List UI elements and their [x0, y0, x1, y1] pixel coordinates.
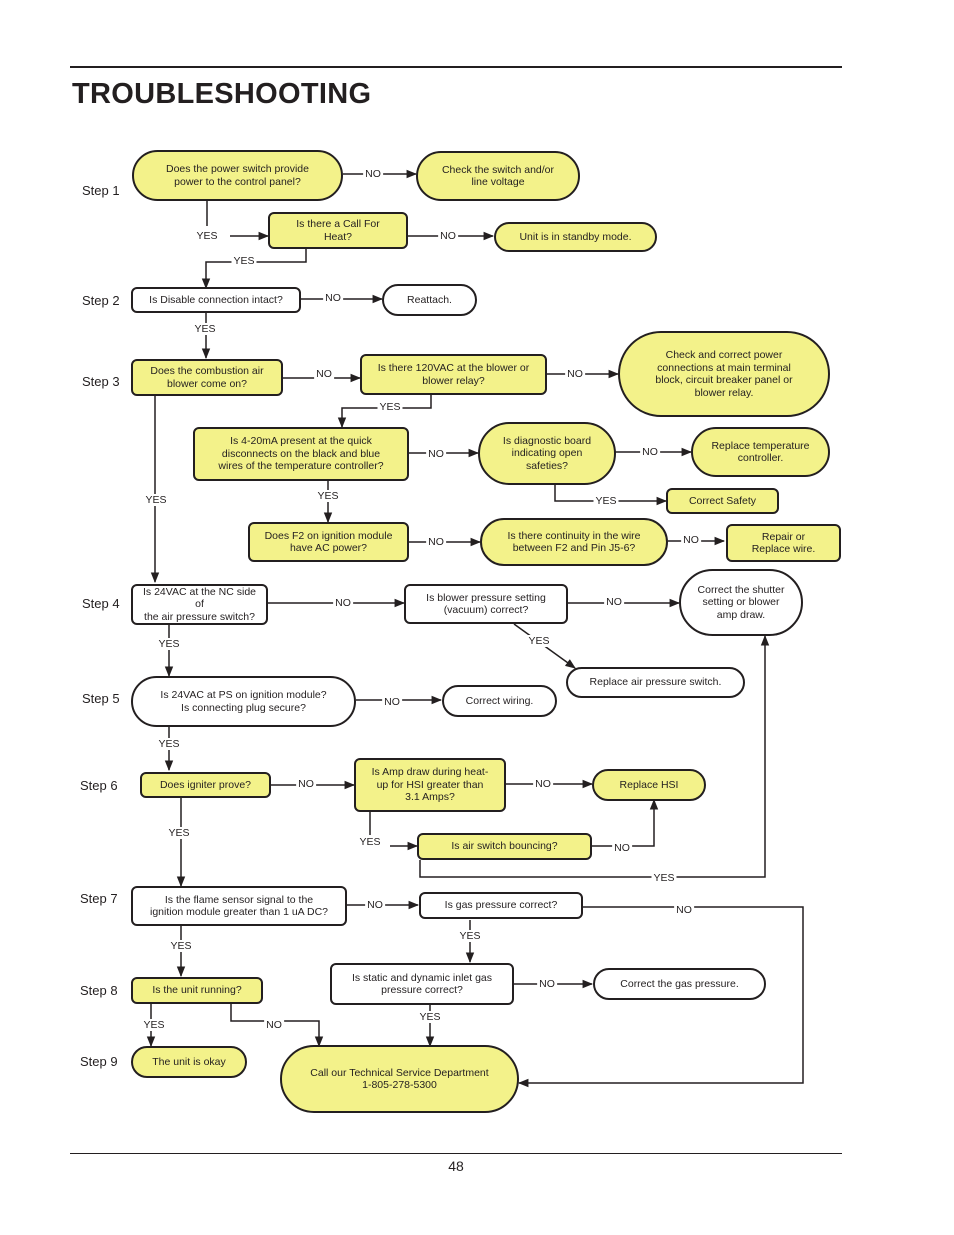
wire	[592, 798, 659, 847]
label-yes: YES	[166, 827, 192, 839]
label-yes: YES	[156, 638, 182, 650]
node-unit-okay: The unit is okay	[131, 1046, 247, 1078]
node-unit-running: Is the unit running?	[131, 977, 263, 1004]
label-no: NO	[363, 168, 383, 180]
label-yes: YES	[192, 323, 218, 335]
label-no: NO	[640, 446, 660, 458]
label-yes: YES	[357, 836, 383, 848]
node-blower-pressure: Is blower pressure setting (vacuum) corr…	[404, 584, 568, 624]
label-yes: YES	[457, 930, 483, 942]
label-no: NO	[537, 978, 557, 990]
node-replace-hsi: Replace HSI	[592, 769, 706, 801]
node-blower-on: Does the combustion air blower come on?	[131, 359, 283, 396]
node-correct-shutter: Correct the shutter setting or blower am…	[679, 569, 803, 636]
node-24vac-nc: Is 24VAC at the NC side of the air press…	[131, 584, 268, 625]
node-120vac: Is there 120VAC at the blower or blower …	[360, 354, 547, 395]
label-yes: YES	[593, 495, 619, 507]
label-yes: YES	[231, 255, 257, 267]
label-yes: YES	[417, 1011, 443, 1023]
node-correct-safety: Correct Safety	[666, 488, 779, 514]
label-no: NO	[612, 842, 632, 854]
node-reattach: Reattach.	[382, 284, 477, 316]
node-power-switch: Does the power switch provide power to t…	[132, 150, 343, 201]
node-24vac-ps: Is 24VAC at PS on ignition module? Is co…	[131, 676, 356, 727]
label-yes: YES	[156, 738, 182, 750]
step-label: Step 1	[82, 183, 120, 198]
node-f2-power: Does F2 on ignition module have AC power…	[248, 522, 409, 562]
label-yes: YES	[194, 230, 220, 242]
label-no: NO	[264, 1019, 284, 1031]
step-label: Step 2	[82, 293, 120, 308]
step-label: Step 3	[82, 374, 120, 389]
node-amp-draw: Is Amp draw during heat- up for HSI grea…	[354, 758, 506, 812]
node-call-service: Call our Technical Service Department 1-…	[280, 1045, 519, 1113]
label-yes: YES	[141, 1019, 167, 1031]
label-no: NO	[314, 368, 334, 380]
step-label: Step 8	[80, 983, 118, 998]
node-disable-connection: Is Disable connection intact?	[131, 287, 301, 313]
node-inlet-gas-pressure: Is static and dynamic inlet gas pressure…	[330, 963, 514, 1005]
label-no: NO	[323, 292, 343, 304]
node-igniter-prove: Does igniter prove?	[140, 772, 271, 798]
node-gas-pressure: Is gas pressure correct?	[419, 892, 583, 919]
label-no: NO	[681, 534, 701, 546]
node-air-switch: Is air switch bouncing?	[417, 833, 592, 860]
label-no: NO	[565, 368, 585, 380]
node-replace-temp-controller: Replace temperature controller.	[691, 427, 830, 477]
node-call-for-heat: Is there a Call For Heat?	[268, 212, 408, 249]
label-yes: YES	[377, 401, 403, 413]
label-no: NO	[426, 448, 446, 460]
node-check-power: Check and correct power connections at m…	[618, 331, 830, 417]
node-repair-wire: Repair or Replace wire.	[726, 524, 841, 562]
label-no: NO	[426, 536, 446, 548]
label-yes: YES	[143, 494, 169, 506]
label-yes: YES	[315, 490, 341, 502]
label-yes: YES	[651, 872, 677, 884]
node-continuity: Is there continuity in the wire between …	[480, 518, 668, 566]
node-diagnostic-board: Is diagnostic board indicating open safe…	[478, 422, 616, 485]
step-label: Step 9	[80, 1054, 118, 1069]
step-label: Step 7	[80, 891, 118, 906]
page-number: 48	[448, 1158, 464, 1174]
node-4-20ma: Is 4-20mA present at the quick disconnec…	[193, 427, 409, 481]
step-label: Step 5	[82, 691, 120, 706]
label-no: NO	[333, 597, 353, 609]
label-no: NO	[296, 778, 316, 790]
label-yes: YES	[526, 635, 552, 647]
bottom-rule	[70, 1153, 842, 1154]
label-no: NO	[365, 899, 385, 911]
node-check-switch: Check the switch and/or line voltage	[416, 151, 580, 201]
node-standby: Unit is in standby mode.	[494, 222, 657, 252]
label-no: NO	[674, 904, 694, 916]
step-label: Step 6	[80, 778, 118, 793]
label-yes: YES	[168, 940, 194, 952]
label-no: NO	[604, 596, 624, 608]
node-correct-gas-pressure: Correct the gas pressure.	[593, 968, 766, 1000]
step-label: Step 4	[82, 596, 120, 611]
label-no: NO	[382, 696, 402, 708]
label-no: NO	[438, 230, 458, 242]
node-replace-air-pressure-switch: Replace air pressure switch.	[566, 667, 745, 698]
node-flame-sensor: Is the flame sensor signal to the igniti…	[131, 886, 347, 926]
node-correct-wiring: Correct wiring.	[442, 685, 557, 717]
label-no: NO	[533, 778, 553, 790]
